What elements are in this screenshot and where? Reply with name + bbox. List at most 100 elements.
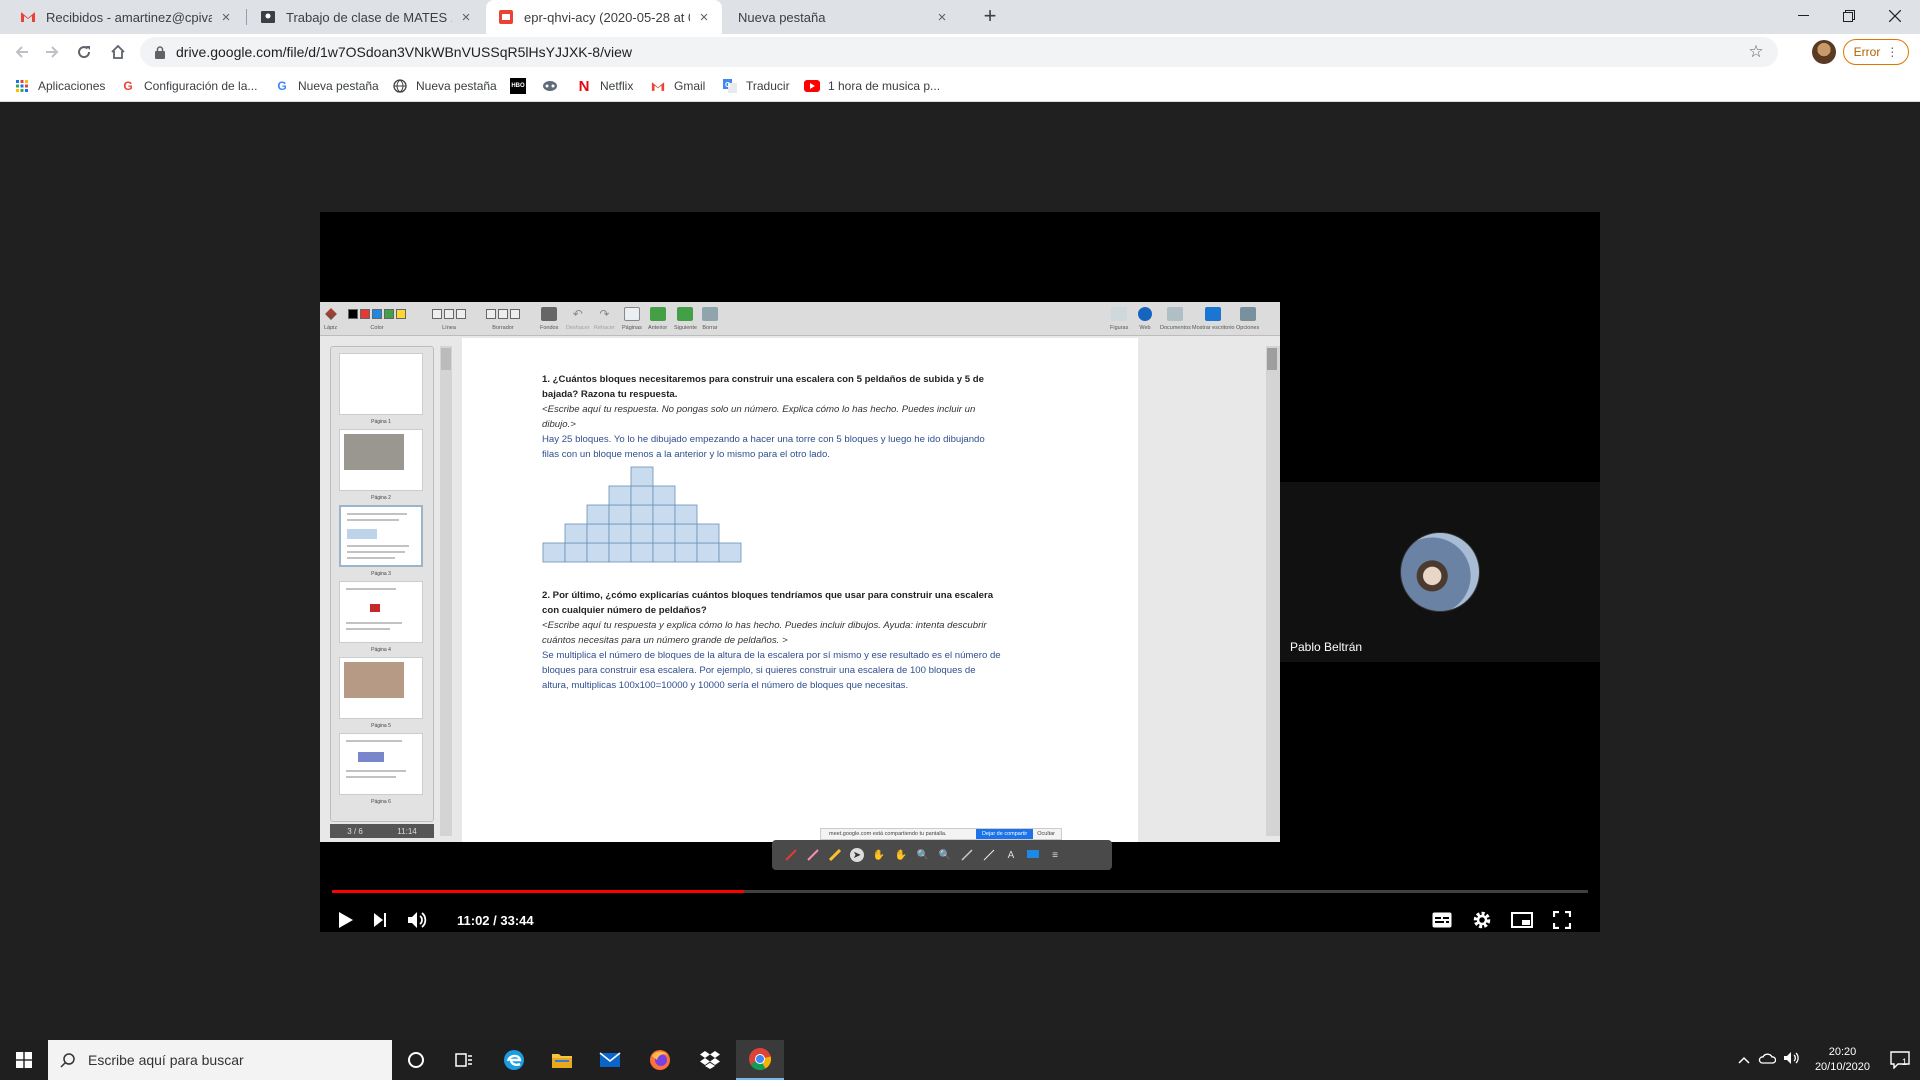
windows-start-icon[interactable] <box>0 1040 48 1080</box>
tab-video-file[interactable]: epr-qhvi-acy (2020-05-28 at 02:0 × <box>486 0 722 34</box>
onedrive-cloud-icon[interactable] <box>1755 1051 1779 1069</box>
system-tray: 20:20 20/10/2020 1 <box>1733 1040 1920 1080</box>
wb-desktop-tool: Mostrar escritorio <box>1192 305 1234 331</box>
close-icon[interactable]: × <box>696 9 712 26</box>
fullscreen-button[interactable] <box>1548 906 1576 932</box>
settings-gear-icon[interactable] <box>1468 906 1496 932</box>
staircase-block <box>586 504 610 525</box>
drive-video-viewer: Lápiz Color Línea Borrador Fondos ↶ Desh… <box>0 102 1920 1040</box>
staircase-block <box>674 523 698 544</box>
bookmark-apps[interactable]: Aplicaciones <box>14 70 105 102</box>
tab-new[interactable]: Nueva pestaña × <box>724 0 960 34</box>
tab-gmail[interactable]: Recibidos - amartinez@cpivaldel × <box>8 0 244 34</box>
staircase-block <box>630 504 654 525</box>
reload-icon[interactable] <box>70 38 98 66</box>
page-thumbnail <box>339 429 423 491</box>
pencil-icon <box>324 308 337 320</box>
volume-icon[interactable] <box>1779 1051 1805 1070</box>
bookmark-configuracion[interactable]: G Configuración de la... <box>120 70 257 102</box>
mail-icon[interactable] <box>586 1040 634 1080</box>
staircase-block <box>630 466 654 487</box>
notifications-icon[interactable]: 1 <box>1880 1051 1920 1069</box>
line-thick-icon <box>456 309 466 319</box>
wb-tool-label: Fondos <box>540 325 559 331</box>
game-icon <box>542 78 558 94</box>
wb-clear-tool: Borrar <box>702 305 718 331</box>
search-placeholder: Escribe aquí para buscar <box>88 1052 244 1068</box>
wb-shapes-tool: Figuras <box>1110 305 1128 331</box>
restore-icon[interactable] <box>1826 0 1872 32</box>
gmail-icon <box>650 78 666 94</box>
file-explorer-icon[interactable] <box>538 1040 586 1080</box>
miniplayer-button[interactable] <box>1508 906 1536 932</box>
options-icon <box>1239 307 1256 321</box>
wb-tool-label: Siguiente <box>674 325 697 331</box>
more-vert-icon: ⋮ <box>1886 45 1899 59</box>
question-2-prompt: <Escribe aquí tu respuesta y explica cóm… <box>542 620 987 646</box>
wb-line-tool: Línea <box>432 305 466 331</box>
svg-text:G: G <box>725 82 731 89</box>
new-tab-button[interactable]: + <box>978 5 1002 29</box>
play-button[interactable] <box>332 906 360 932</box>
firefox-icon[interactable] <box>636 1040 684 1080</box>
wb-redo-tool: ↷ Rehacer <box>594 305 615 331</box>
forward-icon[interactable] <box>38 38 66 66</box>
window-close-icon[interactable] <box>1872 0 1918 32</box>
profile-avatar[interactable] <box>1812 40 1836 64</box>
highlighter-icon <box>828 848 842 862</box>
task-view-icon[interactable] <box>440 1040 488 1080</box>
bookmark-traducir[interactable]: G Traducir <box>722 70 790 102</box>
close-icon[interactable]: × <box>934 9 950 26</box>
home-icon[interactable] <box>104 38 132 66</box>
staircase-block <box>608 542 632 563</box>
wb-documents-tool: Documentos <box>1160 305 1191 331</box>
swatch-black <box>348 309 358 319</box>
gmail-icon <box>20 9 36 25</box>
bookmark-nueva-pestana-2[interactable]: Nueva pestaña <box>392 70 497 102</box>
previous-page-icon <box>649 307 666 321</box>
next-button[interactable] <box>366 906 394 932</box>
edge-icon[interactable] <box>490 1040 538 1080</box>
tab-classroom[interactable]: Trabajo de clase de MATES 1º ESO × <box>248 0 484 34</box>
bookmark-hbo[interactable]: HBO <box>510 70 534 102</box>
page-thumbnail-selected <box>339 505 423 567</box>
bookmark-netflix[interactable]: N Netflix <box>576 70 634 102</box>
cortana-icon[interactable] <box>392 1040 440 1080</box>
volume-button[interactable] <box>404 906 432 932</box>
wb-tool-label: Web <box>1139 325 1151 331</box>
bookmark-nueva-pestana-1[interactable]: G Nueva pestaña <box>274 70 378 102</box>
thumbnail-label: Página 2 <box>371 495 391 501</box>
wb-backgrounds-tool: Fondos <box>540 305 558 331</box>
video-player[interactable]: Lápiz Color Línea Borrador Fondos ↶ Desh… <box>320 212 1600 932</box>
minimize-icon[interactable] <box>1780 0 1826 32</box>
back-icon[interactable] <box>8 38 36 66</box>
bookmark-label: Aplicaciones <box>38 79 106 93</box>
lock-icon[interactable] <box>152 45 168 59</box>
close-icon[interactable]: × <box>458 9 474 26</box>
dropbox-icon[interactable] <box>686 1040 734 1080</box>
thumbnail-label: Página 6 <box>371 799 391 805</box>
line-thin-icon <box>432 309 442 319</box>
video-progress-bar[interactable] <box>332 890 1588 893</box>
web-globe-icon <box>1138 307 1152 321</box>
staircase-block <box>564 542 588 563</box>
address-bar[interactable]: drive.google.com/file/d/1w7OSdoan3VNkWBn… <box>140 37 1778 67</box>
chrome-icon[interactable] <box>736 1040 784 1080</box>
close-icon[interactable]: × <box>218 9 234 26</box>
thumbnail-label: Página 5 <box>371 723 391 729</box>
wb-tool-label: Borrar <box>702 325 718 331</box>
straight-line-icon <box>982 848 996 862</box>
bookmark-youtube[interactable]: 1 hora de musica p... <box>804 70 940 102</box>
staircase-block <box>630 523 654 544</box>
profile-error-button[interactable]: Error ⋮ <box>1843 39 1909 65</box>
question-2-answer: Se multiplica el número de bloques de la… <box>542 650 1001 691</box>
bookmark-star-icon[interactable]: ☆ <box>1744 42 1768 62</box>
bookmark-gmail[interactable]: Gmail <box>650 70 705 102</box>
tray-chevron-up-icon[interactable] <box>1733 1051 1755 1069</box>
bookmark-game[interactable] <box>542 70 566 102</box>
url-text[interactable]: drive.google.com/file/d/1w7OSdoan3VNkWBn… <box>176 44 1744 60</box>
taskbar-search[interactable]: Escribe aquí para buscar <box>48 1040 392 1080</box>
captions-button[interactable] <box>1428 906 1456 932</box>
taskbar-clock[interactable]: 20:20 20/10/2020 <box>1815 1045 1870 1075</box>
line-tool-icon <box>960 848 974 862</box>
